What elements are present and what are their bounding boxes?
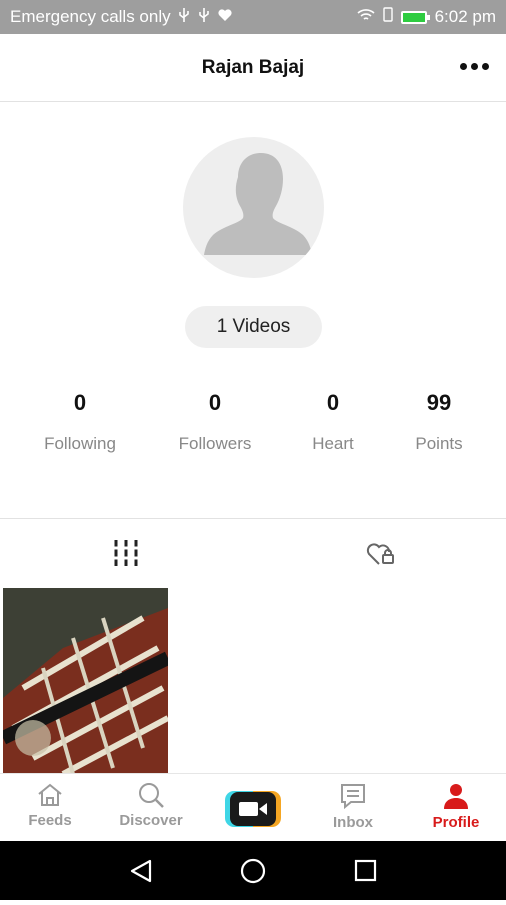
- record-video-button[interactable]: [225, 791, 281, 827]
- stat-points[interactable]: 99 Points: [379, 390, 499, 454]
- following-label: Following: [44, 434, 116, 453]
- video-thumbnail[interactable]: [3, 588, 168, 774]
- back-icon[interactable]: [130, 859, 152, 883]
- home-icon: [38, 783, 62, 806]
- videos-count-badge[interactable]: 1 Videos: [185, 306, 322, 348]
- inbox-icon: [341, 784, 365, 810]
- recents-icon[interactable]: [354, 859, 377, 882]
- points-label: Points: [415, 434, 463, 453]
- usb-icon: [197, 7, 211, 28]
- nav-profile[interactable]: Profile: [406, 774, 506, 842]
- sim-icon: [382, 7, 393, 27]
- more-icon[interactable]: [456, 54, 492, 78]
- followers-count: 0: [208, 390, 222, 415]
- home-circle-icon[interactable]: [240, 858, 266, 884]
- wifi-icon: [357, 7, 375, 27]
- nav-inbox[interactable]: Inbox: [303, 774, 403, 842]
- following-count: 0: [73, 390, 87, 415]
- nav-feeds[interactable]: Feeds: [0, 774, 100, 842]
- video-camera-icon: [230, 792, 276, 826]
- status-bar: Emergency calls only 6:02 pm: [0, 0, 506, 34]
- videos-count-label: 1 Videos: [216, 316, 291, 337]
- avatar[interactable]: [183, 137, 324, 278]
- stat-followers[interactable]: 0 Followers: [155, 390, 275, 454]
- stat-following[interactable]: 0 Following: [20, 390, 140, 454]
- nav-inbox-label: Inbox: [333, 814, 373, 831]
- page-title: Rajan Bajaj: [201, 56, 305, 78]
- status-time: 6:02 pm: [434, 7, 496, 26]
- liked-tab-icon[interactable]: [364, 538, 396, 568]
- status-text: Emergency calls only: [10, 7, 171, 26]
- section-divider: [0, 518, 506, 519]
- usb-icon: [177, 7, 191, 28]
- avatar-placeholder-icon: [204, 153, 312, 255]
- system-navigation-bar: [0, 841, 506, 900]
- followers-label: Followers: [178, 434, 252, 453]
- search-icon: [139, 783, 164, 808]
- heart-label: Heart: [312, 434, 354, 453]
- nav-feeds-label: Feeds: [28, 812, 72, 829]
- heart-count: 0: [326, 390, 340, 415]
- nav-discover[interactable]: Discover: [101, 774, 201, 842]
- stat-heart[interactable]: 0 Heart: [273, 390, 393, 454]
- heart-status-icon: [217, 7, 233, 27]
- grid-tab-icon[interactable]: [110, 537, 142, 569]
- profile-header: Rajan Bajaj: [0, 34, 506, 102]
- nav-discover-label: Discover: [119, 812, 183, 829]
- nav-profile-label: Profile: [432, 814, 480, 831]
- battery-icon: [400, 10, 430, 24]
- bottom-navigation: Feeds Discover Inbox Profile: [0, 773, 506, 841]
- profile-icon: [444, 784, 468, 809]
- points-count: 99: [426, 390, 452, 415]
